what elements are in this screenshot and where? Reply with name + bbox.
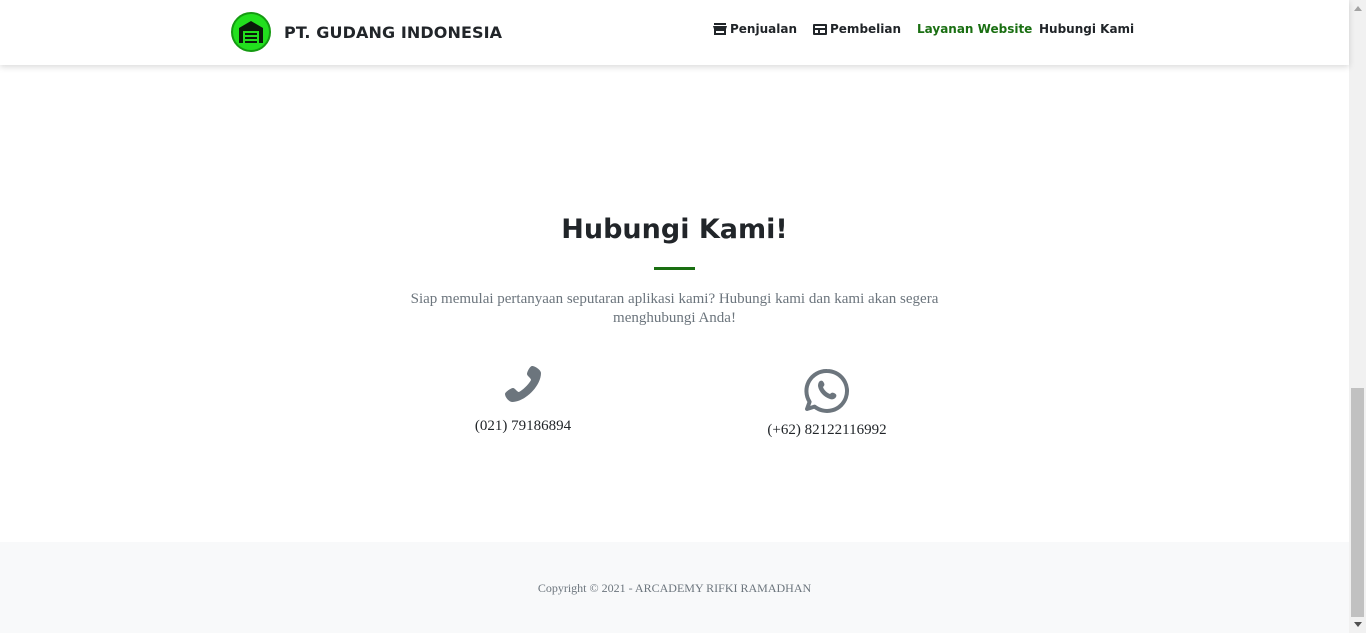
contact-phone: (021) 79186894: [423, 364, 623, 435]
copyright-text: Copyright © 2021 - ARCADEMY RIFKI RAMADH…: [537, 581, 812, 595]
nav-item-label: Hubungi Kami: [1039, 22, 1135, 36]
cash-register-icon: [813, 23, 827, 35]
scroll-up-arrow-icon[interactable]: [1349, 0, 1366, 17]
phone-icon: [423, 364, 623, 404]
footer: Copyright © 2021 - ARCADEMY RIFKI RAMADH…: [0, 542, 1349, 633]
nav-menu: Penjualan Pembelian Layanan Website Hubu…: [0, 22, 1349, 42]
nav-item-layanan-website[interactable]: Layanan Website: [917, 22, 1032, 36]
store-icon: [713, 23, 727, 35]
scroll-down-arrow-icon[interactable]: [1349, 616, 1366, 633]
phone-number: (021) 79186894: [474, 418, 572, 434]
heading-divider: [654, 267, 695, 270]
nav-item-label: Pembelian: [830, 22, 902, 36]
section-heading: Hubungi Kami!: [561, 214, 788, 245]
whatsapp-icon: [727, 368, 927, 414]
nav-item-pembelian[interactable]: Pembelian: [813, 22, 901, 36]
navbar: PT. GUDANG INDONESIA Penjualan Pembelian…: [0, 0, 1349, 65]
section-lead: Siap memulai pertanyaan seputaran aplika…: [410, 291, 939, 326]
scrollbar-thumb[interactable]: [1351, 388, 1364, 617]
page: PT. GUDANG INDONESIA Penjualan Pembelian…: [0, 0, 1349, 633]
contact-whatsapp: (+62) 82122116992: [727, 368, 927, 439]
nav-item-label: Penjualan: [730, 22, 797, 36]
nav-item-label: Layanan Website: [917, 22, 1033, 36]
nav-item-penjualan[interactable]: Penjualan: [713, 22, 797, 36]
page-scrollbar[interactable]: [1349, 0, 1366, 633]
whatsapp-number: (+62) 82122116992: [767, 422, 887, 438]
nav-item-hubungi-kami[interactable]: Hubungi Kami: [1039, 22, 1134, 36]
